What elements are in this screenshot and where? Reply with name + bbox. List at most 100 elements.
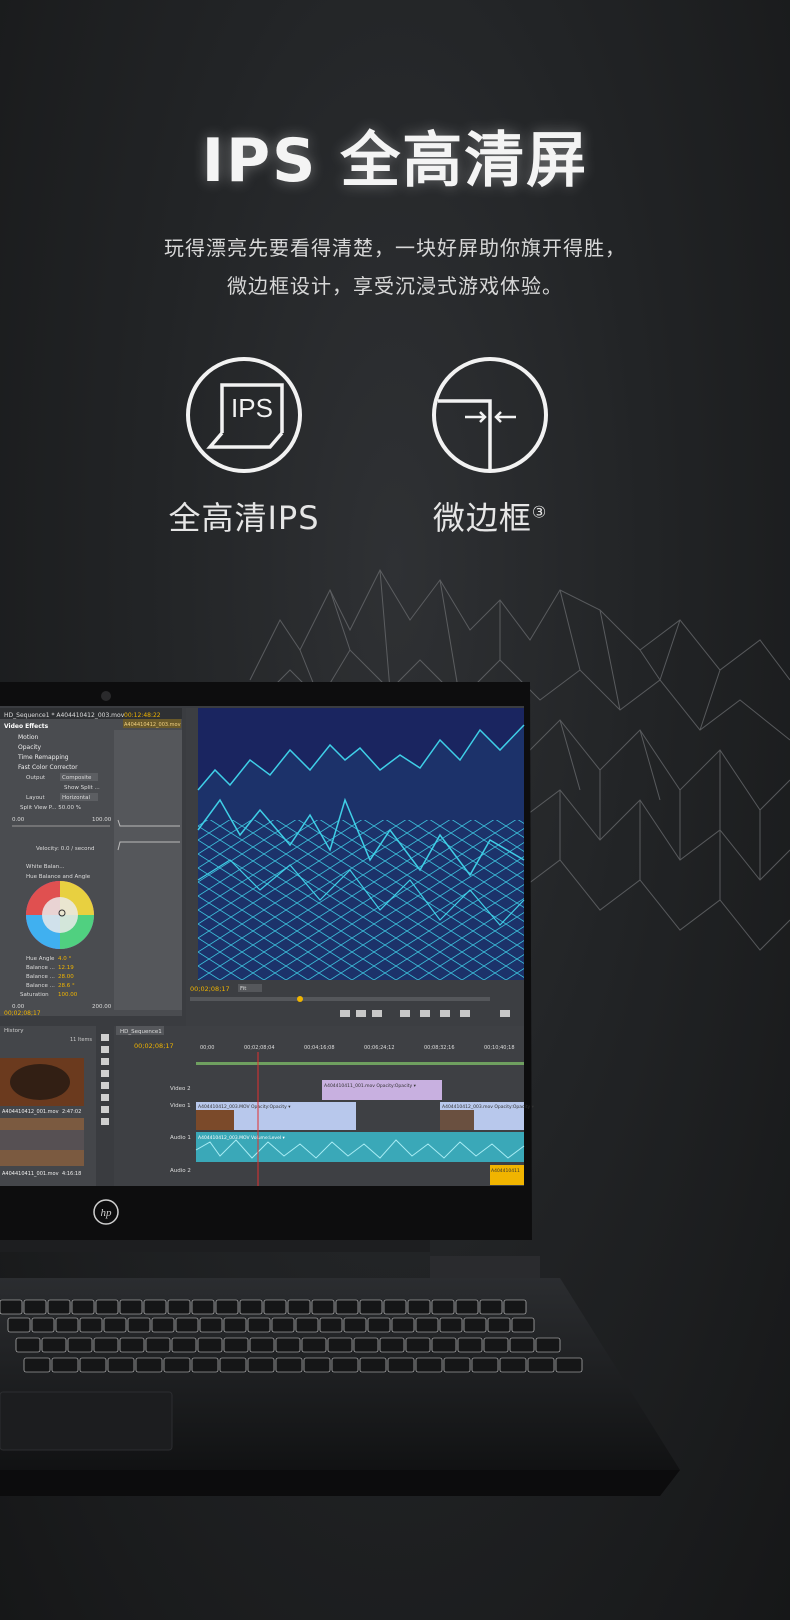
keyboard-key — [527, 1357, 555, 1373]
sequence-tab[interactable]: HD_Sequence1 — [120, 1029, 162, 1035]
keyboard-key — [199, 1317, 223, 1333]
keyboard-key — [295, 1317, 319, 1333]
items-count: 11 Items — [70, 1037, 92, 1043]
keyboard-key — [535, 1337, 561, 1353]
show-split-checkbox[interactable]: Show Split ... — [64, 785, 100, 791]
monitor-fit-select[interactable]: Fit — [240, 986, 247, 992]
monitor-scrubber[interactable] — [190, 997, 490, 1001]
keyboard-key — [71, 1299, 95, 1315]
balance-3-value[interactable]: 28.6 ° — [58, 983, 75, 989]
keyboard-key — [327, 1337, 353, 1353]
balance-1-value[interactable]: 12.19 — [58, 965, 74, 971]
keyboard-key — [247, 1317, 271, 1333]
track-video-2[interactable]: Video 2 — [170, 1086, 191, 1092]
balance-3-label: Balance ... — [26, 983, 55, 989]
clip-video-2[interactable] — [322, 1080, 442, 1100]
keyboard-key — [431, 1299, 455, 1315]
keyboard-key — [335, 1299, 359, 1315]
keyboard-key — [219, 1357, 247, 1373]
track-video-1[interactable]: Video 1 — [170, 1103, 191, 1109]
clip-video-2-label: A404410411_001.mov Opacity:Opacity ▾ — [324, 1083, 417, 1089]
keyboard-key — [79, 1317, 103, 1333]
velocity-readout: Velocity: 0.0 / second — [36, 846, 95, 852]
output-select[interactable]: Composite — [62, 775, 92, 781]
keyboard-key — [23, 1299, 47, 1315]
keyboard-key — [331, 1357, 359, 1373]
keyboard-key — [119, 1299, 143, 1315]
playhead-marker[interactable] — [297, 996, 303, 1002]
keyboard-key — [55, 1317, 79, 1333]
keyboard-key — [471, 1357, 499, 1373]
keyboard-key — [151, 1317, 175, 1333]
hp-logo-text: hp — [101, 1207, 113, 1219]
webcam — [101, 691, 111, 701]
ruler-mark-2: 00;04;16;08 — [304, 1045, 335, 1051]
keyboard-key — [275, 1357, 303, 1373]
effect-time-remapping[interactable]: Time Remapping — [17, 754, 69, 761]
keyboard-key — [143, 1299, 167, 1315]
keyboard-key — [379, 1337, 405, 1353]
keyboard-key — [555, 1357, 583, 1373]
hue-balance-label: Hue Balance and Angle — [26, 874, 91, 880]
effect-opacity[interactable]: Opacity — [18, 744, 42, 751]
keyboard-key — [263, 1299, 287, 1315]
keyboard-key — [499, 1357, 527, 1373]
keyboard-key — [275, 1337, 301, 1353]
keyboard-key — [303, 1357, 331, 1373]
ruler-mark-0: 00;00 — [200, 1045, 214, 1051]
range-max: 100.00 — [92, 817, 112, 823]
balance-2-label: Balance ... — [26, 974, 55, 980]
keyboard-key — [135, 1357, 163, 1373]
keyboard-key — [0, 1299, 23, 1315]
keyboard-key — [405, 1337, 431, 1353]
effect-motion[interactable]: Motion — [18, 734, 39, 741]
keyboard-key — [93, 1337, 119, 1353]
keyboard-key — [15, 1337, 41, 1353]
keyboard-key — [239, 1299, 263, 1315]
monitor-timecode: 00;02;08;17 — [190, 985, 230, 993]
balance-2-value[interactable]: 28.00 — [58, 974, 74, 980]
keyboard-key — [439, 1317, 463, 1333]
keyboard-key — [343, 1317, 367, 1333]
keyboard-key — [167, 1299, 191, 1315]
ruler-mark-1: 00;02;08;04 — [244, 1045, 275, 1051]
keyboard-key — [175, 1317, 199, 1333]
thumbnail-1-name: A404410412_001.mov — [2, 1109, 59, 1115]
track-audio-1[interactable]: Audio 1 — [170, 1135, 191, 1141]
keyboard-key — [455, 1299, 479, 1315]
clip-audio-2[interactable] — [490, 1165, 524, 1185]
keyboard-key — [47, 1299, 71, 1315]
keyboard-key — [215, 1299, 239, 1315]
ruler-mark-5: 00;10;40;18 — [484, 1045, 515, 1051]
effects-timecode: 00;02;08;17 — [4, 1010, 41, 1017]
history-tab[interactable]: History — [4, 1028, 24, 1034]
color-wheel[interactable] — [26, 881, 94, 949]
output-label: Output — [26, 775, 46, 781]
effects-panel-time: 00:12:48:22 — [124, 712, 161, 719]
saturation-label: Saturation — [20, 992, 49, 998]
keyboard-key — [107, 1357, 135, 1373]
layout-select[interactable]: Horizontal — [62, 795, 91, 801]
keyboard-key — [41, 1337, 67, 1353]
keyboard-key — [223, 1337, 249, 1353]
track-audio-2[interactable]: Audio 2 — [170, 1168, 191, 1174]
keyboard-key — [23, 1357, 51, 1373]
ruler-mark-3: 00;06;24;12 — [364, 1045, 395, 1051]
keyboard-key — [249, 1337, 275, 1353]
effect-fast-color[interactable]: Fast Color Corrector — [18, 764, 78, 771]
keyboard-key — [301, 1337, 327, 1353]
keyboard-key — [67, 1337, 93, 1353]
effects-clip-label: A404410412_003.mov — [124, 722, 181, 728]
hue-angle-value[interactable]: 4.0 ° — [58, 956, 71, 962]
split-view-param[interactable]: Split View P... 50.00 % — [20, 805, 81, 811]
keyboard-key — [95, 1299, 119, 1315]
timeline-timecode: 00;02;08;17 — [134, 1042, 174, 1050]
thumbnail-2-duration: 4:16:18 — [62, 1171, 81, 1177]
keyboard-key — [367, 1317, 391, 1333]
saturation-value[interactable]: 100.00 — [58, 992, 78, 998]
keyboard-key — [415, 1357, 443, 1373]
keyboard-key — [503, 1299, 527, 1315]
keyboard-key — [483, 1337, 509, 1353]
keyboard-key — [387, 1357, 415, 1373]
keyboard-key — [415, 1317, 439, 1333]
